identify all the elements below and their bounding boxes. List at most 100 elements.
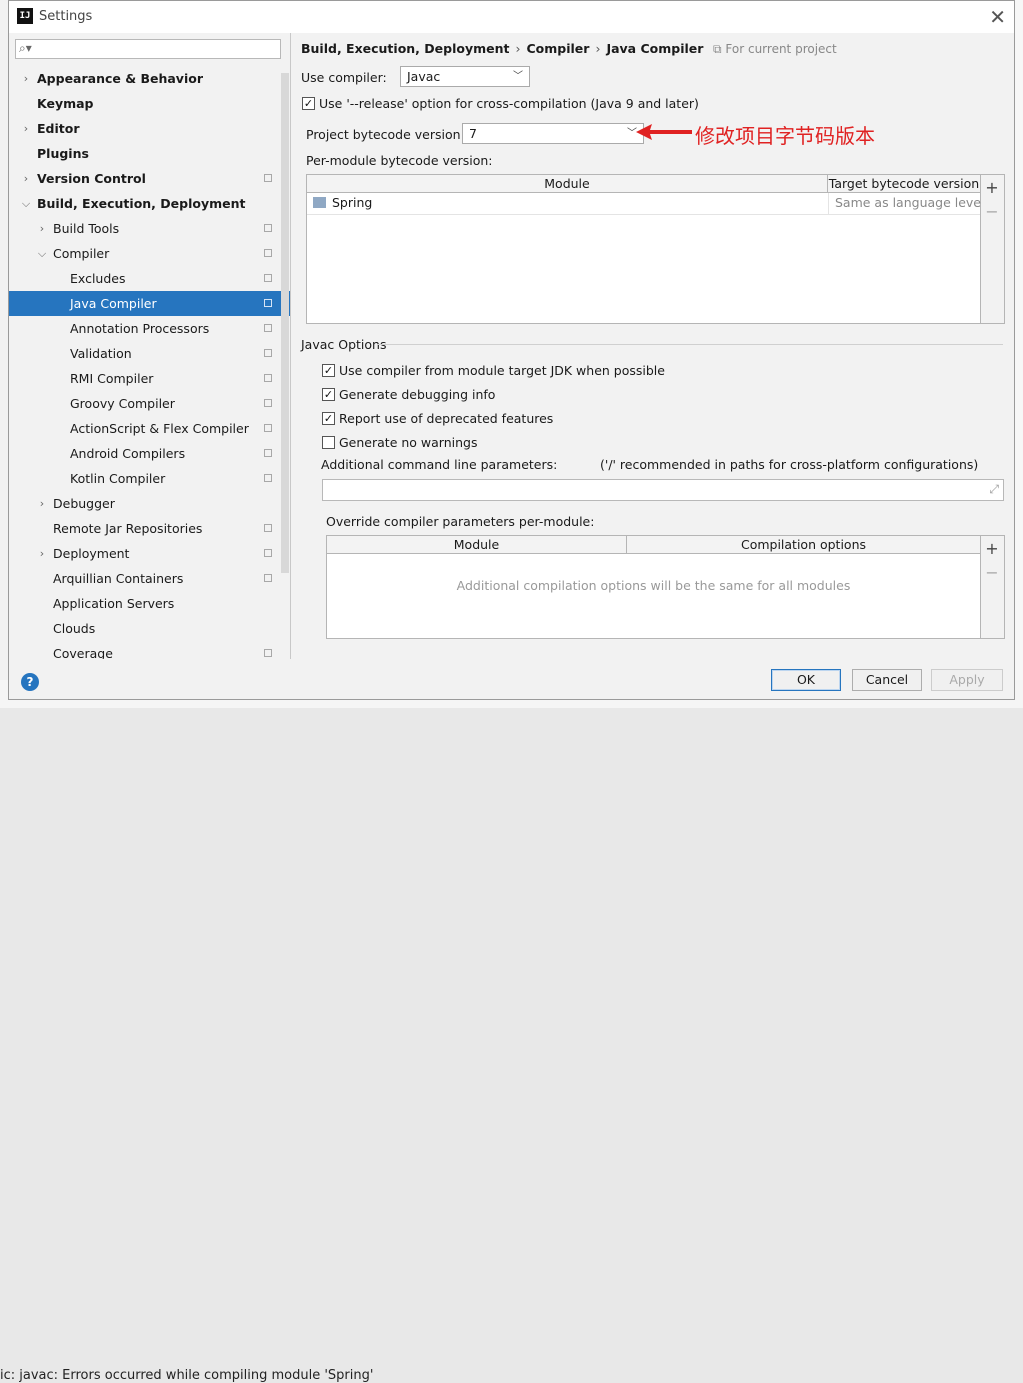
chevron-right-icon[interactable]: ›	[37, 491, 47, 516]
sidebar-item-actionscript-flex-compiler[interactable]: ActionScript & Flex Compiler	[9, 416, 290, 441]
sidebar-item-groovy-compiler[interactable]: Groovy Compiler	[9, 391, 290, 416]
chevron-right-icon[interactable]: ›	[21, 166, 31, 191]
sidebar-item-plugins[interactable]: Plugins	[9, 141, 290, 166]
sidebar-item-appearance-behavior[interactable]: › Appearance & Behavior	[9, 66, 290, 91]
sidebar-item-android-compilers[interactable]: Android Compilers	[9, 441, 290, 466]
project-scope-icon	[264, 299, 272, 307]
sidebar-item-label: Keymap	[37, 96, 94, 111]
sidebar-item-label: RMI Compiler	[70, 371, 154, 386]
remove-module-button[interactable]: −	[981, 202, 1003, 221]
per-module-label: Per-module bytecode version:	[306, 153, 493, 168]
scope-label: ⧉ For current project	[713, 42, 837, 56]
sidebar-item-clouds[interactable]: Clouds	[9, 616, 290, 641]
sidebar-item-excludes[interactable]: Excludes	[9, 266, 290, 291]
chevron-down-icon[interactable]: ⌵	[37, 241, 47, 266]
project-scope-icon	[264, 349, 272, 357]
override-table[interactable]: Module Compilation options Additional co…	[326, 535, 981, 639]
chevron-down-icon[interactable]: ⌵	[21, 191, 31, 216]
sidebar-scrollbar[interactable]	[281, 73, 289, 573]
settings-tree: › Appearance & Behavior Keymap › Editor Plugi…	[9, 66, 290, 659]
project-scope-icon	[264, 249, 272, 257]
column-header-compilation-options[interactable]: Compilation options	[627, 536, 980, 553]
chevron-right-icon[interactable]: ›	[37, 541, 47, 566]
sidebar-item-label: Coverage	[53, 646, 113, 659]
sidebar-item-build-tools[interactable]: › Build Tools	[9, 216, 290, 241]
target-version[interactable]: Same as language level	[835, 195, 984, 210]
annotation-text: 修改项目字节码版本	[695, 124, 875, 148]
add-override-button[interactable]: +	[981, 539, 1003, 558]
additional-params-input[interactable]: ⤢	[322, 479, 1004, 501]
table-row[interactable]: Spring Same as language level	[307, 193, 984, 215]
sidebar-item-java-compiler[interactable]: Java Compiler	[9, 291, 290, 316]
project-scope-icon	[264, 399, 272, 407]
expand-icon[interactable]: ⤢	[989, 482, 999, 497]
sidebar-item-kotlin-compiler[interactable]: Kotlin Compiler	[9, 466, 290, 491]
sidebar-item-debugger[interactable]: › Debugger	[9, 491, 290, 516]
additional-params-hint: ('/' recommended in paths for cross-plat…	[600, 457, 979, 472]
sidebar-item-application-servers[interactable]: Application Servers	[9, 591, 290, 616]
javac-option-label: Report use of deprecated features	[339, 411, 554, 426]
project-scope-icon: ⧉	[713, 42, 722, 56]
javac-option-label: Generate debugging info	[339, 387, 496, 402]
use-compiler-dropdown[interactable]: Javac ﹀	[400, 66, 530, 87]
sidebar-item-label: Validation	[70, 346, 132, 361]
column-header-module[interactable]: Module	[307, 175, 828, 192]
sidebar-item-coverage[interactable]: Coverage	[9, 641, 290, 659]
annotation-arrow-icon	[636, 124, 692, 140]
sidebar-item-build-execution-deployment[interactable]: ⌵ Build, Execution, Deployment	[9, 191, 290, 216]
title-bar: IJ Settings ✕	[9, 1, 1014, 33]
table-header: Module Compilation options	[327, 536, 980, 554]
remove-override-button[interactable]: −	[981, 563, 1003, 582]
table-header: Module Target bytecode version	[307, 175, 980, 193]
javac-option-checkbox[interactable]	[322, 436, 335, 449]
javac-option-label: Generate no warnings	[339, 435, 478, 450]
sidebar-item-editor[interactable]: › Editor	[9, 116, 290, 141]
settings-search-input[interactable]: ⌕▾	[15, 39, 281, 59]
column-header-module[interactable]: Module	[327, 536, 627, 553]
sidebar-item-label: Deployment	[53, 546, 130, 561]
override-toolbar: + −	[981, 535, 1005, 639]
javac-option-checkbox[interactable]: ✓	[322, 412, 335, 425]
sidebar-item-arquillian-containers[interactable]: Arquillian Containers	[9, 566, 290, 591]
chevron-right-icon[interactable]: ›	[21, 116, 31, 141]
sidebar-item-label: Java Compiler	[70, 296, 157, 311]
sidebar-item-rmi-compiler[interactable]: RMI Compiler	[9, 366, 290, 391]
chevron-right-icon[interactable]: ›	[37, 216, 47, 241]
sidebar-item-label: Annotation Processors	[70, 321, 210, 336]
chevron-down-icon: ﹀	[513, 71, 523, 82]
add-module-button[interactable]: +	[981, 178, 1003, 197]
breadcrumb: Build, Execution, Deployment › Compiler › Ja…	[301, 41, 703, 56]
sidebar-item-label: Version Control	[37, 171, 146, 186]
bytecode-version-dropdown[interactable]: 7 ﹀	[462, 123, 644, 144]
bytecode-version-value: 7	[469, 126, 477, 141]
sidebar-item-label: Android Compilers	[70, 446, 186, 461]
sidebar-item-keymap[interactable]: Keymap	[9, 91, 290, 116]
release-option-checkbox[interactable]: ✓	[302, 97, 315, 110]
apply-button[interactable]: Apply	[931, 669, 1003, 691]
close-icon[interactable]: ✕	[989, 5, 1006, 29]
help-button[interactable]: ?	[21, 673, 39, 691]
sidebar-item-deployment[interactable]: › Deployment	[9, 541, 290, 566]
section-divider	[377, 344, 1003, 345]
column-header-target[interactable]: Target bytecode version	[828, 175, 980, 192]
sidebar-item-label: Remote Jar Repositories	[53, 521, 203, 536]
sidebar-item-version-control[interactable]: › Version Control	[9, 166, 290, 191]
sidebar-item-remote-jar-repositories[interactable]: Remote Jar Repositories	[9, 516, 290, 541]
javac-options-title: Javac Options	[301, 337, 387, 352]
javac-option-checkbox[interactable]: ✓	[322, 388, 335, 401]
sidebar-item-label: Plugins	[37, 146, 89, 161]
sidebar-item-compiler[interactable]: ⌵ Compiler	[9, 241, 290, 266]
project-scope-icon	[264, 524, 272, 532]
project-scope-icon	[264, 449, 272, 457]
ok-button[interactable]: OK	[771, 669, 841, 691]
per-module-table[interactable]: Module Target bytecode version Spring Sa…	[306, 174, 984, 324]
chevron-right-icon[interactable]: ›	[21, 66, 31, 91]
cancel-button[interactable]: Cancel	[852, 669, 922, 691]
sidebar-item-annotation-processors[interactable]: Annotation Processors	[9, 316, 290, 341]
breadcrumb-part-2: Compiler	[526, 41, 590, 56]
sidebar-item-validation[interactable]: Validation	[9, 341, 290, 366]
sidebar-item-label: Debugger	[53, 496, 115, 511]
javac-option-checkbox[interactable]: ✓	[322, 364, 335, 377]
breadcrumb-part-1: Build, Execution, Deployment	[301, 41, 510, 56]
javac-option-label: Use compiler from module target JDK when…	[339, 363, 665, 378]
